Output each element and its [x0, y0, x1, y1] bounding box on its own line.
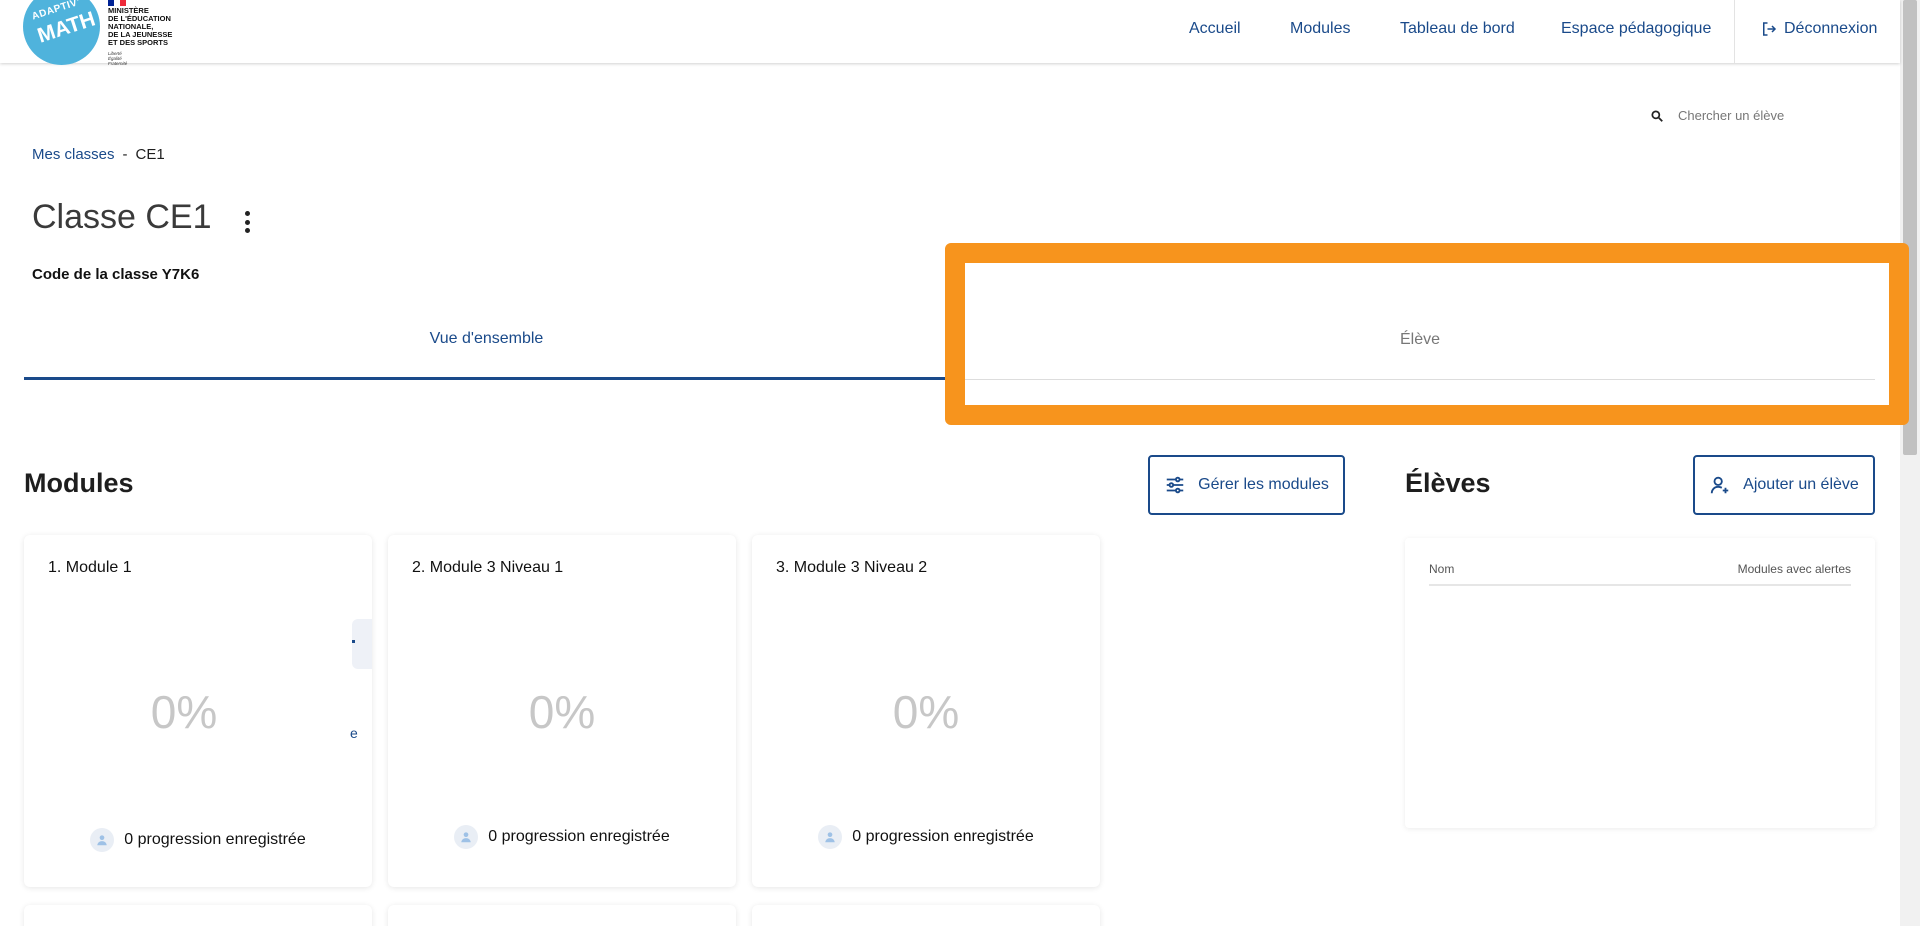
module-progress-percent: 0% [528, 686, 596, 738]
manage-modules-label: Gérer les modules [1198, 476, 1329, 493]
students-table: Nom Modules avec alertes [1405, 538, 1875, 828]
class-code: Code de la classe Y7K6 [32, 266, 200, 283]
breadcrumb-mes-classes[interactable]: Mes classes [32, 146, 115, 163]
nav-tableau-de-bord[interactable]: Tableau de bord [1400, 20, 1515, 38]
nav-divider [1734, 0, 1735, 63]
module-progress-footer: 0 progression enregistrée [752, 825, 1100, 849]
tab-vue-ensemble[interactable]: Vue d'ensemble [24, 300, 949, 380]
module-progress-label: 0 progression enregistrée [852, 828, 1034, 845]
tab-label: Élève [1399, 330, 1441, 348]
top-header: ADAPTIV' MATH MINISTÈRE DE L'ÉDUCATION N… [0, 0, 1900, 66]
module-card-partial[interactable] [752, 905, 1100, 926]
logout-icon [1763, 22, 1777, 36]
module-progress-label: 0 progression enregistrée [488, 828, 670, 845]
nav-espace-pedagogique[interactable]: Espace pédagogique [1561, 20, 1711, 38]
nav-modules[interactable]: Modules [1290, 20, 1350, 38]
republic-motto: Liberté Égalité Fraternité [108, 51, 127, 66]
modules-title: Modules [24, 468, 134, 498]
manage-modules-button[interactable]: Gérer les modules [1148, 455, 1345, 515]
user-icon [90, 828, 115, 852]
column-header-alerts[interactable]: Modules avec alertes [1738, 562, 1851, 584]
tab-eleve[interactable]: Élève [965, 300, 1875, 380]
search-icon [1651, 109, 1663, 122]
breadcrumb: Mes classes - CE1 [32, 146, 165, 163]
scrollbar-thumb[interactable] [1903, 0, 1917, 455]
module-progress-percent: 0% [892, 686, 960, 738]
sliders-icon [1166, 476, 1184, 494]
students-title: Élèves [1405, 468, 1491, 498]
breadcrumb-current: CE1 [135, 146, 165, 163]
module-card[interactable]: 3. Module 3 Niveau 2 0% 0 progression en… [752, 535, 1100, 887]
module-card[interactable]: 1. Module 1 e 0% 0 progression enregistr… [24, 535, 372, 887]
column-header-name[interactable]: Nom [1429, 562, 1454, 584]
page-scrollbar[interactable] [1900, 0, 1920, 926]
user-icon [818, 825, 843, 849]
page-title: Classe CE1 [32, 198, 212, 236]
add-student-button[interactable]: Ajouter un élève [1693, 455, 1875, 515]
module-progress-percent: 0% [150, 686, 218, 738]
module-progress-label: 0 progression enregistrée [124, 831, 306, 848]
breadcrumb-separator: - [122, 146, 128, 163]
module-title: 2. Module 3 Niveau 1 [412, 559, 564, 576]
card-side-tab[interactable] [352, 619, 372, 669]
module-card[interactable]: 2. Module 3 Niveau 1 0% 0 progression en… [388, 535, 736, 887]
students-table-header: Nom Modules avec alertes [1429, 562, 1851, 586]
nav-accueil[interactable]: Accueil [1189, 20, 1241, 38]
module-card-partial[interactable] [388, 905, 736, 926]
module-progress-footer: 0 progression enregistrée [24, 828, 372, 852]
student-search [1650, 108, 1858, 123]
motto-line: Fraternité [108, 61, 128, 66]
module-title: 3. Module 3 Niveau 2 [776, 559, 928, 576]
module-title: 1. Module 1 [48, 559, 132, 576]
module-card-partial[interactable] [24, 905, 372, 926]
card-side-dot [352, 640, 355, 643]
logout-label: Déconnexion [1784, 20, 1878, 37]
ministry-label: MINISTÈRE DE L'ÉDUCATION NATIONALE, DE L… [108, 7, 188, 47]
user-icon [454, 825, 479, 849]
ministry-line: ET DES SPORTS [108, 38, 169, 47]
logout-button[interactable]: Déconnexion [1760, 20, 1877, 38]
module-progress-footer: 0 progression enregistrée [388, 825, 736, 849]
more-options-icon[interactable] [240, 208, 254, 236]
search-input[interactable] [1678, 108, 1858, 123]
add-student-label: Ajouter un élève [1743, 476, 1859, 493]
adaptiv-math-logo[interactable]: ADAPTIV' MATH [23, 0, 100, 65]
add-user-icon [1711, 476, 1729, 494]
tab-label: Vue d'ensemble [429, 329, 544, 347]
